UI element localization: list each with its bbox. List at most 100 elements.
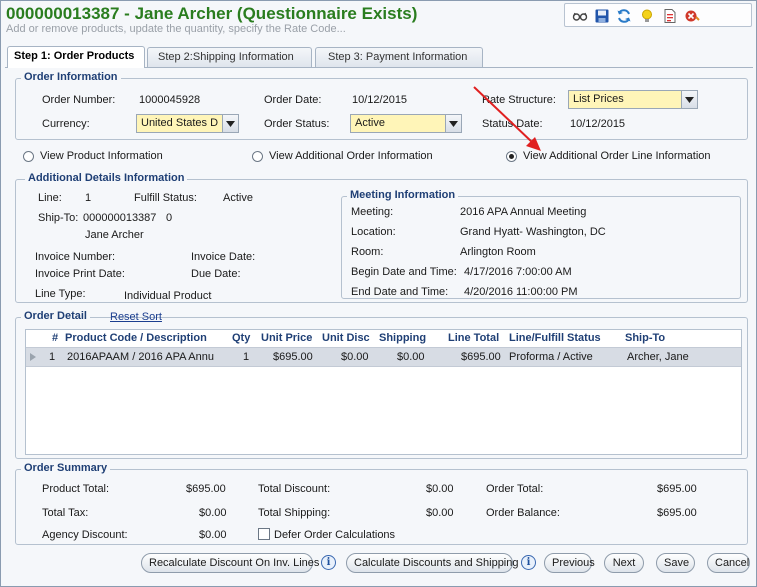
rate-structure-value: List Prices bbox=[573, 93, 624, 105]
radio-view-additional-order-line-information[interactable]: View Additional Order Line Information bbox=[506, 150, 711, 162]
begin-datetime-label: Begin Date and Time: bbox=[351, 266, 457, 278]
total-tax-value: $0.00 bbox=[199, 507, 227, 519]
row-qty: 1 bbox=[243, 351, 250, 363]
row-num: 1 bbox=[49, 351, 56, 363]
radio-view-product-information[interactable]: View Product Information bbox=[23, 150, 163, 162]
column-header-product[interactable]: Product Code / Description bbox=[65, 332, 207, 344]
tab-shipping-information[interactable]: Step 2:Shipping Information bbox=[147, 47, 312, 67]
chevron-down-icon bbox=[226, 120, 235, 127]
currency-value: United States D bbox=[141, 117, 219, 129]
column-header-line-total[interactable]: Line Total bbox=[448, 332, 499, 344]
row-shipping: $0.00 bbox=[397, 351, 425, 363]
currency-dropdown-button[interactable] bbox=[222, 115, 238, 132]
line-label: Line: bbox=[38, 192, 62, 204]
row-line-status: Proforma / Active bbox=[509, 351, 593, 363]
invoice-date-label: Invoice Date: bbox=[191, 251, 256, 263]
toolbar bbox=[564, 3, 752, 27]
agency-discount-value: $0.00 bbox=[199, 529, 227, 541]
column-header-ship-to[interactable]: Ship-To bbox=[625, 332, 665, 344]
report-icon[interactable] bbox=[661, 7, 679, 25]
page-title: 000000013387 - Jane Archer (Questionnair… bbox=[6, 4, 418, 23]
order-summary-legend: Order Summary bbox=[21, 462, 111, 474]
rate-structure-dropdown-button[interactable] bbox=[681, 91, 697, 108]
radio-button[interactable] bbox=[252, 150, 263, 162]
total-discount-value: $0.00 bbox=[426, 483, 454, 495]
agency-discount-label: Agency Discount: bbox=[42, 529, 128, 541]
radio-view-additional-order-information[interactable]: View Additional Order Information bbox=[252, 150, 433, 162]
column-header-qty[interactable]: Qty bbox=[232, 332, 250, 344]
due-date-label: Due Date: bbox=[191, 268, 241, 280]
product-total-label: Product Total: bbox=[42, 483, 110, 495]
ship-to-number: 0 bbox=[166, 212, 173, 224]
fulfill-status-label: Fulfill Status: bbox=[134, 192, 197, 204]
save-icon[interactable] bbox=[593, 7, 611, 25]
total-tax-label: Total Tax: bbox=[42, 507, 89, 519]
row-expand-icon[interactable] bbox=[30, 353, 36, 361]
reset-sort-link[interactable]: Reset Sort bbox=[110, 311, 162, 323]
order-number-label: Order Number: bbox=[42, 94, 116, 106]
column-header-num[interactable]: # bbox=[52, 332, 58, 344]
column-header-line-status[interactable]: Line/Fulfill Status bbox=[509, 332, 601, 344]
fulfill-status-value: Active bbox=[223, 192, 253, 204]
recalculate-discount-button[interactable]: Recalculate Discount On Inv. Lines bbox=[141, 553, 319, 573]
room-label: Room: bbox=[351, 246, 384, 258]
cancel-button[interactable]: Cancel bbox=[707, 553, 750, 573]
ship-to-label: Ship-To: bbox=[38, 212, 79, 224]
annotation-arrow-icon bbox=[473, 86, 541, 151]
location-label: Location: bbox=[351, 226, 396, 238]
begin-datetime-value: 4/17/2016 7:00:00 AM bbox=[464, 266, 572, 278]
info-icon[interactable]: i bbox=[321, 555, 336, 570]
rate-structure-select[interactable]: List Prices bbox=[568, 90, 698, 109]
order-information-legend: Order Information bbox=[21, 71, 121, 83]
order-status-dropdown-button[interactable] bbox=[445, 115, 461, 132]
column-header-unit-disc[interactable]: Unit Disc bbox=[322, 332, 370, 344]
meeting-label: Meeting: bbox=[351, 206, 394, 218]
order-status-value: Active bbox=[355, 117, 385, 129]
tab-payment-information[interactable]: Step 3: Payment Information bbox=[315, 47, 483, 67]
close-record-icon[interactable] bbox=[683, 7, 701, 25]
order-date-label: Order Date: bbox=[264, 94, 322, 106]
chevron-down-icon bbox=[449, 120, 458, 127]
order-number-value: 1000045928 bbox=[139, 94, 201, 106]
order-total-label: Order Total: bbox=[486, 483, 544, 495]
currency-label: Currency: bbox=[42, 118, 90, 130]
row-unit-disc: $0.00 bbox=[341, 351, 369, 363]
total-shipping-label: Total Shipping: bbox=[258, 507, 331, 519]
end-datetime-value: 4/20/2016 11:00:00 PM bbox=[464, 286, 578, 298]
order-balance-value: $695.00 bbox=[657, 507, 697, 519]
glasses-icon[interactable] bbox=[571, 7, 589, 25]
row-unit-price: $695.00 bbox=[273, 351, 313, 363]
radio-label: View Additional Order Line Information bbox=[523, 150, 711, 162]
calculate-discounts-shipping-button[interactable]: Calculate Discounts and Shipping bbox=[346, 553, 519, 573]
info-icon[interactable]: i bbox=[521, 555, 536, 570]
order-entry-window: 000000013387 - Jane Archer (Questionnair… bbox=[0, 0, 757, 587]
next-button[interactable]: Next bbox=[604, 553, 644, 573]
row-ship-to: Archer, Jane bbox=[627, 351, 689, 363]
line-type-value: Individual Product bbox=[124, 290, 212, 302]
lightbulb-icon[interactable] bbox=[638, 7, 656, 25]
defer-calculations-checkbox[interactable] bbox=[258, 528, 270, 540]
radio-label: View Product Information bbox=[40, 150, 163, 162]
line-type-label: Line Type: bbox=[35, 288, 86, 300]
tab-order-products[interactable]: Step 1: Order Products bbox=[7, 46, 145, 68]
column-header-shipping[interactable]: Shipping bbox=[379, 332, 426, 344]
radio-button-selected[interactable] bbox=[506, 150, 517, 162]
meeting-value: 2016 APA Annual Meeting bbox=[460, 206, 587, 218]
row-product: 2016APAAM / 2016 APA Annu bbox=[67, 351, 214, 363]
location-value: Grand Hyatt- Washington, DC bbox=[460, 226, 606, 238]
additional-details-legend: Additional Details Information bbox=[25, 172, 188, 184]
radio-button[interactable] bbox=[23, 150, 34, 162]
column-header-unit-price[interactable]: Unit Price bbox=[261, 332, 312, 344]
refresh-icon[interactable] bbox=[615, 7, 633, 25]
invoice-number-label: Invoice Number: bbox=[35, 251, 116, 263]
save-button[interactable]: Save bbox=[656, 553, 695, 573]
invoice-print-date-label: Invoice Print Date: bbox=[35, 268, 125, 280]
order-detail-legend: Order Detail bbox=[21, 310, 90, 322]
page-subtitle: Add or remove products, update the quant… bbox=[6, 23, 346, 35]
order-total-value: $695.00 bbox=[657, 483, 697, 495]
room-value: Arlington Room bbox=[460, 246, 536, 258]
order-date-value: 10/12/2015 bbox=[352, 94, 408, 106]
chevron-down-icon bbox=[685, 96, 694, 103]
previous-button[interactable]: Previous bbox=[544, 553, 595, 573]
ship-to-id: 000000013387 bbox=[83, 212, 157, 224]
